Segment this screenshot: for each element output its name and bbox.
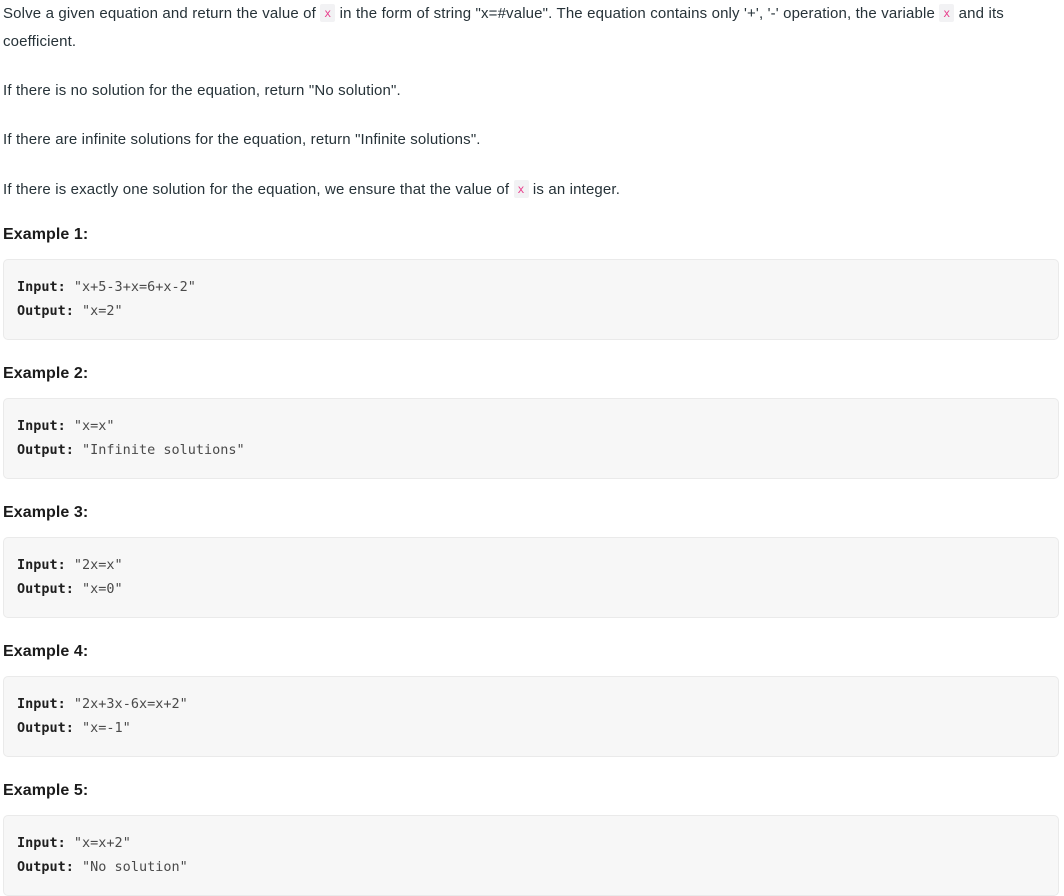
description-paragraph: Solve a given equation and return the va… — [3, 0, 1061, 56]
example-code-block: Input: "x=x" Output: "Infinite solutions… — [3, 398, 1059, 479]
example-group: Example 3: Input: "2x=x" Output: "x=0" — [3, 503, 1061, 618]
example-input-value: "x=x+2" — [73, 835, 131, 851]
example-heading: Example 5: — [3, 782, 89, 799]
inline-code-variable: x — [513, 180, 529, 198]
example-code-block: Input: "2x+3x-6x=x+2" Output: "x=-1" — [3, 676, 1059, 757]
example-input-label: Input: — [17, 696, 66, 712]
description-text: If there is no solution for the equation… — [3, 82, 401, 99]
example-output-label: Output: — [17, 442, 74, 458]
example-code-block: Input: "2x=x" Output: "x=0" — [3, 537, 1059, 618]
example-input-value: "x=x" — [73, 418, 115, 434]
description-text: Solve a given equation and return the va… — [3, 5, 321, 22]
description-paragraph: If there is exactly one solution for the… — [3, 175, 1061, 204]
example-output-label: Output: — [17, 303, 74, 319]
example-group: Example 5: Input: "x=x+2" Output: "No sol… — [3, 781, 1061, 896]
examples-section: Example 1: Input: "x+5-3+x=6+x-2" Output:… — [3, 225, 1061, 896]
example-heading: Example 2: — [3, 365, 89, 382]
example-group: Example 4: Input: "2x+3x-6x=x+2" Output: … — [3, 642, 1061, 757]
example-heading: Example 4: — [3, 643, 89, 660]
example-output-value: "x=0" — [82, 581, 123, 597]
description-section: Solve a given equation and return the va… — [3, 0, 1061, 204]
example-output-value: "x=-1" — [82, 720, 131, 736]
description-text: in the form of string "x=#value". The eq… — [335, 5, 940, 22]
example-code-block: Input: "x=x+2" Output: "No solution" — [3, 815, 1059, 896]
example-input-value: "2x+3x-6x=x+2" — [73, 696, 188, 712]
description-text: If there are infinite solutions for the … — [3, 131, 481, 148]
example-code-block: Input: "x+5-3+x=6+x-2" Output: "x=2" — [3, 259, 1059, 340]
description-text: is an integer. — [528, 181, 621, 198]
example-output-value: "No solution" — [82, 859, 188, 875]
example-heading: Example 1: — [3, 226, 89, 243]
inline-code-variable: x — [320, 4, 336, 22]
example-output-value: "Infinite solutions" — [82, 442, 245, 458]
example-input-value: "2x=x" — [73, 557, 123, 573]
example-output-label: Output: — [17, 581, 74, 597]
example-output-value: "x=2" — [82, 303, 123, 319]
example-heading: Example 3: — [3, 504, 89, 521]
example-group: Example 1: Input: "x+5-3+x=6+x-2" Output:… — [3, 225, 1061, 340]
example-group: Example 2: Input: "x=x" Output: "Infinite… — [3, 364, 1061, 479]
inline-code-variable: x — [939, 4, 955, 22]
example-input-label: Input: — [17, 835, 66, 851]
example-input-label: Input: — [17, 279, 66, 295]
example-output-label: Output: — [17, 720, 74, 736]
description-text: If there is exactly one solution for the… — [3, 181, 514, 198]
example-output-label: Output: — [17, 859, 74, 875]
description-paragraph: If there is no solution for the equation… — [3, 77, 1061, 105]
problem-description-page: Solve a given equation and return the va… — [0, 0, 1064, 896]
example-input-label: Input: — [17, 418, 66, 434]
example-input-label: Input: — [17, 557, 66, 573]
example-input-value: "x+5-3+x=6+x-2" — [73, 279, 196, 295]
description-paragraph: If there are infinite solutions for the … — [3, 126, 1061, 154]
